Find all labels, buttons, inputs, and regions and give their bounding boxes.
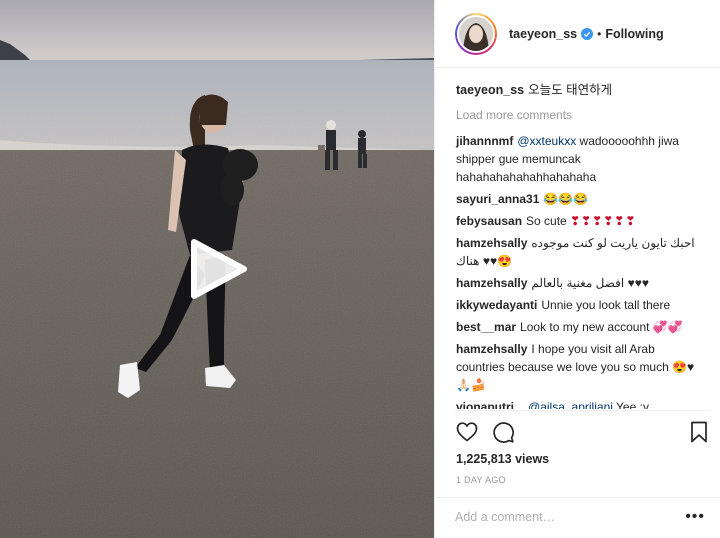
post-actions [455,420,711,446]
play-icon[interactable] [186,238,248,300]
comment-username[interactable]: hamzehsally [456,276,527,290]
comment-username[interactable]: best__mar [456,320,516,334]
comment-text: Look to my new account 💞💞 [520,320,683,334]
comments-list: taeyeon_ss 오늘도 태연하게 Load more comments ji… [435,69,720,409]
comment-text: Unnie you look tall there [541,298,671,312]
comment-item: sayuri_anna31 😂😂😂 [456,190,703,208]
comment-item: ikkywedayanti Unnie you look tall there [456,296,703,314]
comment-item: febysausan So cute ❣❣❣❣❣❣ [456,212,703,230]
comment-username[interactable]: vionaputri._ [456,400,524,409]
caption-text: 오늘도 태연하게 [528,83,613,97]
comment-item: vionaputri._ @ailsa_apriliani Yee :v [456,398,703,409]
comment-text: 😂😂😂 [543,192,589,206]
comment-text: Yee :v [612,400,649,409]
bookmark-icon[interactable] [687,420,711,444]
post-header: taeyeon_ss • Following [435,0,720,68]
post-timestamp[interactable]: 1 DAY AGO [456,475,506,485]
comment-username[interactable]: ikkywedayanti [456,298,537,312]
comment-mention[interactable]: @xxteukxx [517,134,576,148]
comment-item: jihannnmf @xxteukxx wadooooohhh jiwa ship… [456,132,703,186]
comment-mention[interactable]: @ailsa_apriliani [528,400,613,409]
comment-username[interactable]: hamzehsally [456,342,527,356]
more-options-icon[interactable]: ••• [685,508,705,526]
post-media[interactable] [0,0,434,538]
comment-item: hamzehsally I hope you visit all Arab cou… [456,340,703,394]
comment-hearts: ❣❣❣❣❣❣ [570,214,637,228]
post-author-username[interactable]: taeyeon_ss [509,27,577,41]
verified-badge-icon [581,27,594,40]
heart-icon[interactable] [455,420,479,444]
comment-username[interactable]: sayuri_anna31 [456,192,539,206]
comment-username[interactable]: hamzehsally [456,236,527,250]
comment-icon[interactable] [491,420,515,444]
comment-item: hamzehsally افضل مغنية بالعالم ♥♥♥ [456,274,703,292]
following-button[interactable]: Following [605,27,663,41]
view-count[interactable]: 1,225,813 views [456,452,549,466]
avatar-image [457,14,495,53]
avatar[interactable] [455,12,497,55]
post-caption: taeyeon_ss 오늘도 태연하게 [456,81,703,99]
post-view: taeyeon_ss • Following taeyeon_ss 오늘도 태연하… [0,0,720,538]
load-more-comments-button[interactable]: Load more comments [456,108,703,122]
add-comment-input[interactable] [455,510,675,524]
comment-item: best__mar Look to my new account 💞💞 [456,318,703,336]
comment-text: So cute [526,214,571,228]
comment-username[interactable]: jihannnmf [456,134,513,148]
post-details-panel: taeyeon_ss • Following taeyeon_ss 오늘도 태연하… [434,0,720,538]
add-comment-area: ••• [435,497,720,538]
comment-username[interactable]: febysausan [456,214,522,228]
comment-item: hamzehsally احبك تايون ياريت لو كنت موجود… [456,234,703,270]
comment-text: افضل مغنية بالعالم ♥♥♥ [531,276,649,290]
actions-divider [455,410,710,411]
caption-username[interactable]: taeyeon_ss [456,83,524,97]
header-separator: • [597,26,602,41]
